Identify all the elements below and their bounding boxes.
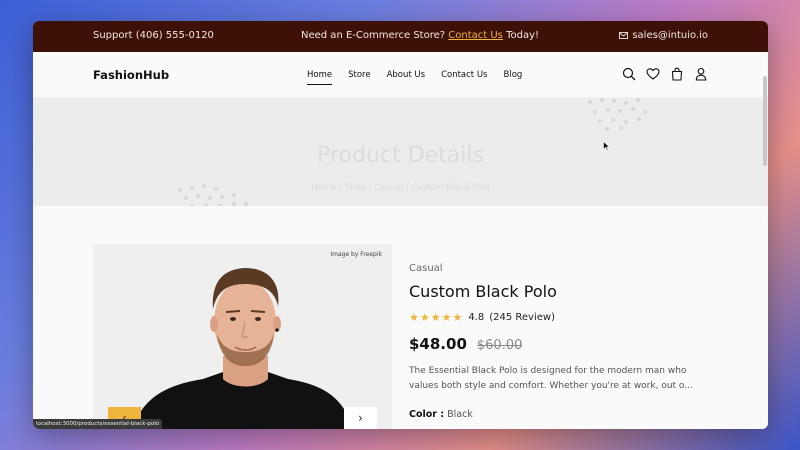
support-phone: Support (406) 555-0120 (93, 30, 214, 41)
page-scrollbar[interactable] (763, 76, 767, 166)
promo-prefix: Need an E-Commerce Store? (301, 30, 446, 41)
nav-store[interactable]: Store (348, 70, 370, 85)
next-image-button[interactable]: › (344, 407, 377, 429)
email-text: sales@intuio.io (632, 30, 708, 41)
mail-icon (619, 32, 629, 39)
current-price: $48.00 (409, 335, 467, 353)
breadcrumb[interactable]: Home / Shop / Casual / Custom Black Polo (33, 183, 768, 193)
nav-blog[interactable]: Blog (504, 70, 523, 85)
color-value: Black (447, 409, 473, 420)
page-title: Product Details (317, 143, 484, 168)
color-label: Color : (409, 409, 445, 420)
page-header: Product Details Home / Shop / Casual / C… (33, 98, 768, 206)
main-nav: FashionHub Home Store About Us Contact U… (33, 52, 768, 98)
rating-value: 4.8 (468, 312, 485, 323)
promo-text: Need an E-Commerce Store? Contact Us Tod… (301, 30, 539, 41)
email-contact[interactable]: sales@intuio.io (619, 30, 708, 41)
product-section: Image by Freepik ‹ › Casual Custom Black… (33, 206, 768, 429)
decorative-dots-top (583, 98, 663, 131)
product-image-gallery[interactable]: Image by Freepik ‹ › (93, 244, 392, 429)
review-count: (245 Review) (489, 312, 555, 323)
product-rating[interactable]: ★★★★★ 4.8 (245 Review) (409, 311, 555, 324)
heart-icon[interactable] (646, 67, 660, 81)
cart-icon[interactable] (670, 67, 684, 81)
original-price: $60.00 (476, 338, 523, 353)
product-category[interactable]: Casual (409, 263, 443, 274)
price-block: $48.00 $60.00 (409, 335, 522, 353)
product-description: The Essential Black Polo is designed for… (409, 366, 693, 391)
chevron-right-icon: › (358, 411, 363, 425)
nav-contact[interactable]: Contact Us (441, 70, 487, 85)
site-logo[interactable]: FashionHub (93, 68, 169, 82)
search-icon[interactable] (622, 67, 636, 81)
browser-window: Support (406) 555-0120 Need an E-Commerc… (33, 21, 768, 429)
product-name: Custom Black Polo (409, 282, 557, 301)
nav-about[interactable]: About Us (387, 70, 425, 85)
star-rating-icons: ★★★★★ (409, 311, 464, 324)
nav-menu: Home Store About Us Contact Us Blog (307, 70, 522, 85)
nav-icons (622, 67, 708, 81)
nav-home[interactable]: Home (307, 70, 333, 85)
color-selector: Color : Black (409, 409, 473, 420)
top-bar: Support (406) 555-0120 Need an E-Commerc… (33, 21, 768, 52)
mouse-cursor-icon (603, 141, 610, 151)
contact-us-link[interactable]: Contact Us (448, 30, 503, 41)
product-photo (133, 268, 353, 429)
promo-suffix: Today! (506, 30, 540, 41)
user-icon[interactable] (694, 67, 708, 81)
link-status-bar: localhost:3000/products/essential-black-… (33, 419, 163, 429)
